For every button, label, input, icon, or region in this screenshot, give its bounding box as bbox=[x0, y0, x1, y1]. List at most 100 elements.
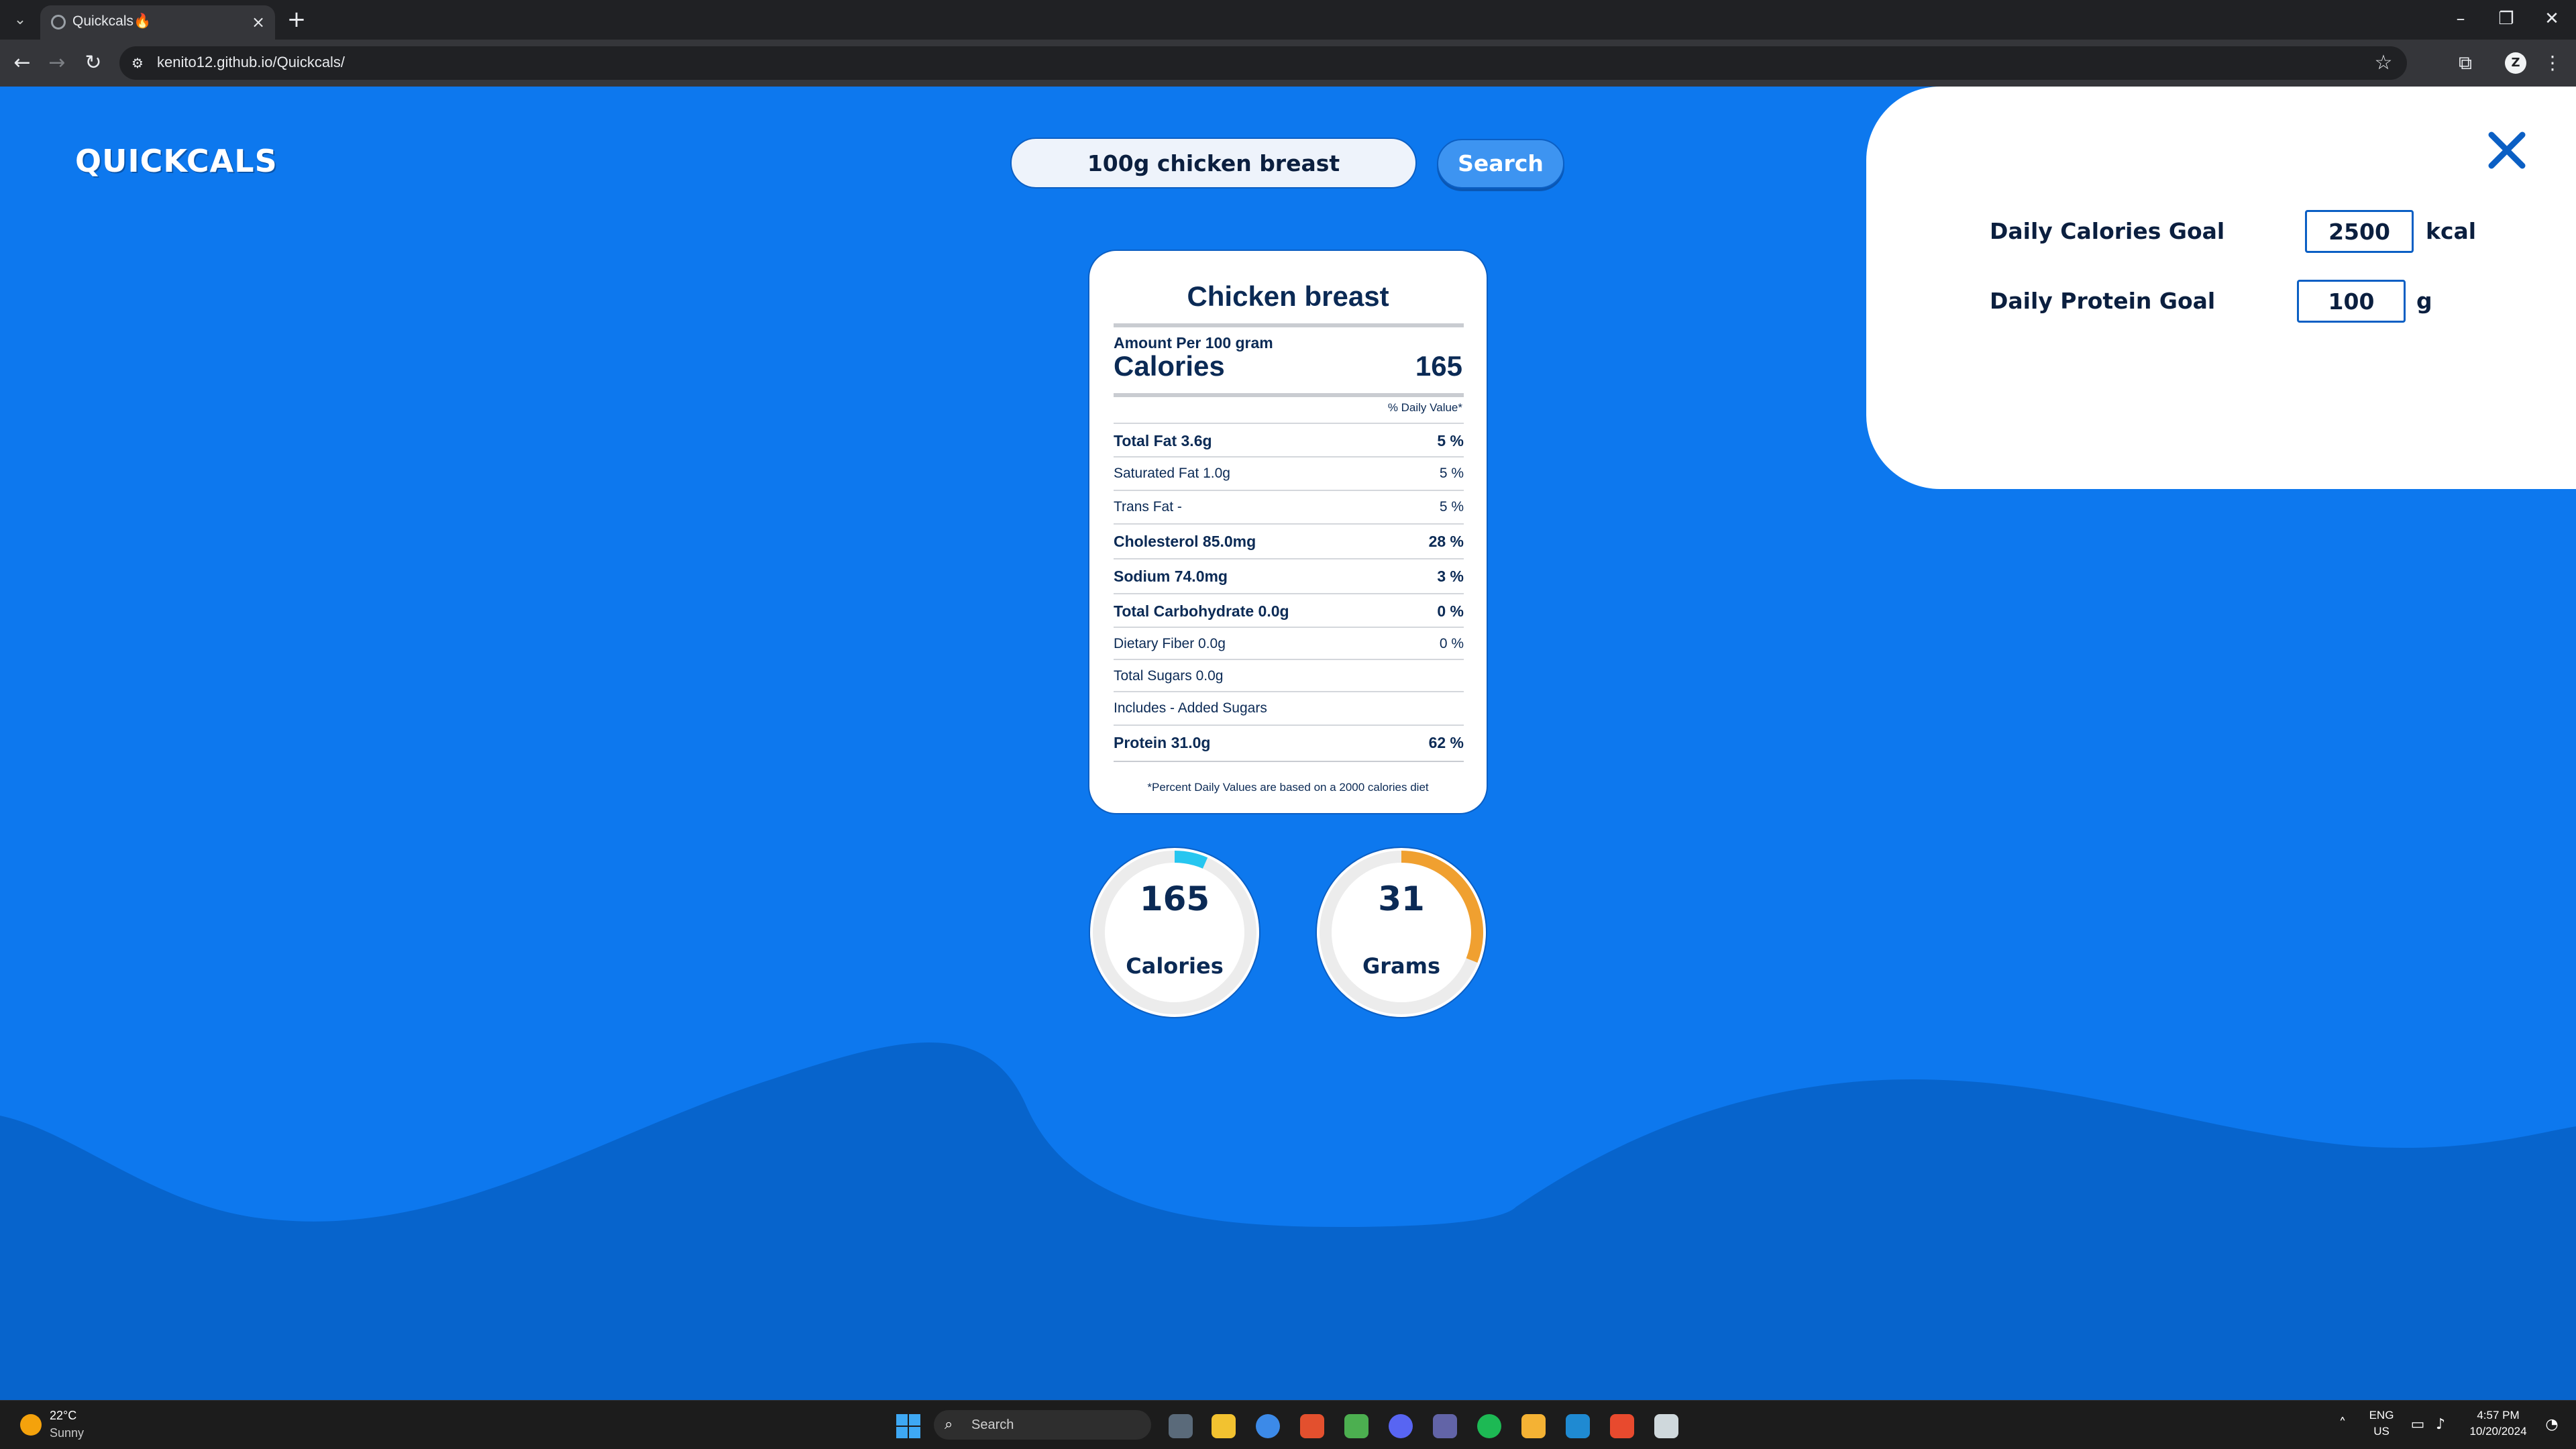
back-arrow-icon[interactable]: ← bbox=[8, 49, 36, 77]
search-button[interactable]: Search bbox=[1437, 139, 1564, 189]
snipping-tool-icon[interactable] bbox=[1654, 1414, 1678, 1438]
nutrient-row: Total Sugars 0.0g bbox=[1114, 659, 1464, 692]
calories-label: Calories bbox=[1114, 350, 1225, 382]
protein-ring-value: 31 bbox=[1378, 879, 1425, 918]
file-explorer-icon[interactable] bbox=[1212, 1414, 1236, 1438]
new-tab-plus-icon[interactable]: + bbox=[284, 8, 309, 32]
nutrient-label: Total Fat 3.6g bbox=[1114, 432, 1212, 449]
nutrient-percent: 5 % bbox=[1439, 466, 1464, 481]
nutrient-row: Total Fat 3.6g 5 % bbox=[1114, 423, 1464, 456]
divider bbox=[1114, 761, 1464, 762]
tab-search-chevron-icon[interactable]: ⌄ bbox=[7, 7, 34, 34]
calories-progress-ring: 165 Calories bbox=[1088, 846, 1261, 1019]
clock-date[interactable]: 10/20/2024 bbox=[2458, 1425, 2538, 1438]
vscode-icon[interactable] bbox=[1566, 1414, 1590, 1438]
protein-progress-ring: 31 Grams bbox=[1315, 846, 1488, 1019]
calories-goal-input[interactable] bbox=[2305, 210, 2414, 253]
calories-ring-graphic bbox=[1089, 847, 1260, 1018]
nutrient-row: Includes - Added Sugars bbox=[1114, 691, 1464, 724]
calories-goal-label: Daily Calories Goal bbox=[1990, 218, 2225, 244]
nutrient-row: Total Carbohydrate 0.0g 0 % bbox=[1114, 593, 1464, 627]
browser-menu-icon[interactable]: ⋮ bbox=[2538, 49, 2567, 77]
nutrient-label: Cholesterol 85.0mg bbox=[1114, 533, 1256, 550]
nutrient-row: Sodium 74.0mg 3 % bbox=[1114, 558, 1464, 592]
reload-icon[interactable]: ↻ bbox=[79, 49, 107, 77]
nutrient-label: Includes - Added Sugars bbox=[1114, 700, 1267, 716]
windows-start-icon[interactable] bbox=[896, 1414, 920, 1438]
task-view-icon[interactable] bbox=[1169, 1414, 1193, 1438]
nutrient-row: Dietary Fiber 0.0g 0 % bbox=[1114, 627, 1464, 660]
network-icon[interactable]: ▭ bbox=[2408, 1415, 2427, 1434]
daily-value-footnote: *Percent Daily Values are based on a 200… bbox=[1147, 781, 1429, 794]
calories-ring-value: 165 bbox=[1139, 879, 1210, 918]
tray-chevron-up-icon[interactable]: ˄ bbox=[2333, 1415, 2352, 1434]
nutrition-facts-card: Chicken breast Amount Per 100 gram Calor… bbox=[1088, 250, 1488, 814]
nutrient-percent: 0 % bbox=[1437, 602, 1464, 620]
nutrient-row: Protein 31.0g 62 % bbox=[1114, 724, 1464, 758]
taskbar-search-box[interactable]: ⌕ Search bbox=[934, 1410, 1151, 1440]
nutrient-label: Total Carbohydrate 0.0g bbox=[1114, 602, 1289, 620]
tab-title: Quickcals🔥 bbox=[72, 13, 152, 29]
shield-app-icon[interactable] bbox=[1344, 1414, 1368, 1438]
food-name-title: Chicken breast bbox=[1187, 280, 1389, 312]
protein-goal-unit: g bbox=[2416, 288, 2432, 314]
globe-icon bbox=[51, 15, 66, 30]
nutrient-percent: 3 % bbox=[1437, 568, 1464, 585]
search-icon: ⌕ bbox=[945, 1416, 953, 1433]
site-info-icon[interactable]: ⚙ bbox=[129, 54, 146, 72]
calories-ring-label: Calories bbox=[1126, 953, 1224, 979]
figma-icon[interactable] bbox=[1610, 1414, 1634, 1438]
notification-bell-icon[interactable]: ◔ bbox=[2542, 1415, 2561, 1434]
weather-description[interactable]: Sunny bbox=[50, 1426, 84, 1440]
nutrient-label: Protein 31.0g bbox=[1114, 734, 1211, 751]
protein-goal-label: Daily Protein Goal bbox=[1990, 288, 2216, 314]
spotify-icon[interactable] bbox=[1477, 1414, 1501, 1438]
divider bbox=[1114, 323, 1464, 327]
nutrient-row: Cholesterol 85.0mg 28 % bbox=[1114, 523, 1464, 557]
nutrient-row: Saturated Fat 1.0g 5 % bbox=[1114, 456, 1464, 490]
chrome-icon[interactable] bbox=[1256, 1414, 1280, 1438]
brave-icon[interactable] bbox=[1300, 1414, 1324, 1438]
browser-tab-quickcals[interactable]: Quickcals🔥 × bbox=[40, 5, 275, 40]
clock-time[interactable]: 4:57 PM bbox=[2458, 1409, 2538, 1422]
restore-icon[interactable]: ❐ bbox=[2486, 5, 2526, 32]
nutrient-percent: 5 % bbox=[1439, 499, 1464, 515]
forward-arrow-icon[interactable]: → bbox=[43, 49, 71, 77]
nutrient-label: Dietary Fiber 0.0g bbox=[1114, 636, 1226, 651]
windows-taskbar: 22°C Sunny ⌕ Search ˄ ENG US ▭ ♪ 4:57 PM… bbox=[0, 1400, 2576, 1449]
sun-weather-icon[interactable] bbox=[20, 1414, 42, 1436]
weather-temperature[interactable]: 22°C bbox=[50, 1409, 76, 1423]
quickcals-logo[interactable]: QUICKCALS bbox=[75, 143, 278, 179]
food-search-input[interactable] bbox=[1010, 138, 1417, 189]
browser-tab-bar: ⌄ Quickcals🔥 × + – ❐ ✕ bbox=[0, 0, 2576, 40]
window-close-icon[interactable]: ✕ bbox=[2532, 5, 2572, 32]
amount-per-serving: Amount Per 100 gram bbox=[1114, 334, 1273, 352]
notes-app-icon[interactable] bbox=[1521, 1414, 1546, 1438]
minimize-icon[interactable]: – bbox=[2440, 5, 2481, 32]
divider bbox=[1114, 393, 1464, 397]
nutrient-percent: 62 % bbox=[1428, 734, 1464, 751]
protein-ring-graphic bbox=[1316, 847, 1487, 1018]
volume-icon[interactable]: ♪ bbox=[2431, 1415, 2450, 1434]
language-top[interactable]: ENG bbox=[2367, 1409, 2396, 1422]
browser-toolbar: ← → ↻ ⚙ kenito12.github.io/Quickcals/ ☆ … bbox=[0, 40, 2576, 87]
close-panel-icon[interactable] bbox=[2483, 127, 2530, 174]
extensions-icon[interactable]: ⧉ bbox=[2451, 49, 2479, 77]
protein-goal-input[interactable] bbox=[2297, 280, 2406, 323]
nutrient-label: Saturated Fat 1.0g bbox=[1114, 466, 1230, 481]
teams-icon[interactable] bbox=[1433, 1414, 1457, 1438]
bookmark-star-icon[interactable]: ☆ bbox=[2372, 52, 2395, 74]
protein-ring-label: Grams bbox=[1362, 953, 1441, 979]
language-bottom[interactable]: US bbox=[2367, 1425, 2396, 1438]
nutrient-label: Total Sugars 0.0g bbox=[1114, 668, 1224, 684]
address-bar[interactable]: ⚙ kenito12.github.io/Quickcals/ ☆ bbox=[119, 46, 2407, 80]
tab-close-icon[interactable]: × bbox=[250, 13, 267, 31]
nutrient-label: Sodium 74.0mg bbox=[1114, 568, 1228, 585]
nutrient-percent: 5 % bbox=[1437, 432, 1464, 449]
profile-avatar-icon[interactable]: Z bbox=[2505, 52, 2526, 74]
discord-icon[interactable] bbox=[1389, 1414, 1413, 1438]
url-text[interactable]: kenito12.github.io/Quickcals/ bbox=[157, 54, 345, 71]
nutrient-percent: 0 % bbox=[1439, 636, 1464, 651]
taskbar-search-placeholder: Search bbox=[971, 1417, 1014, 1432]
nutrient-row: Trans Fat - 5 % bbox=[1114, 490, 1464, 523]
